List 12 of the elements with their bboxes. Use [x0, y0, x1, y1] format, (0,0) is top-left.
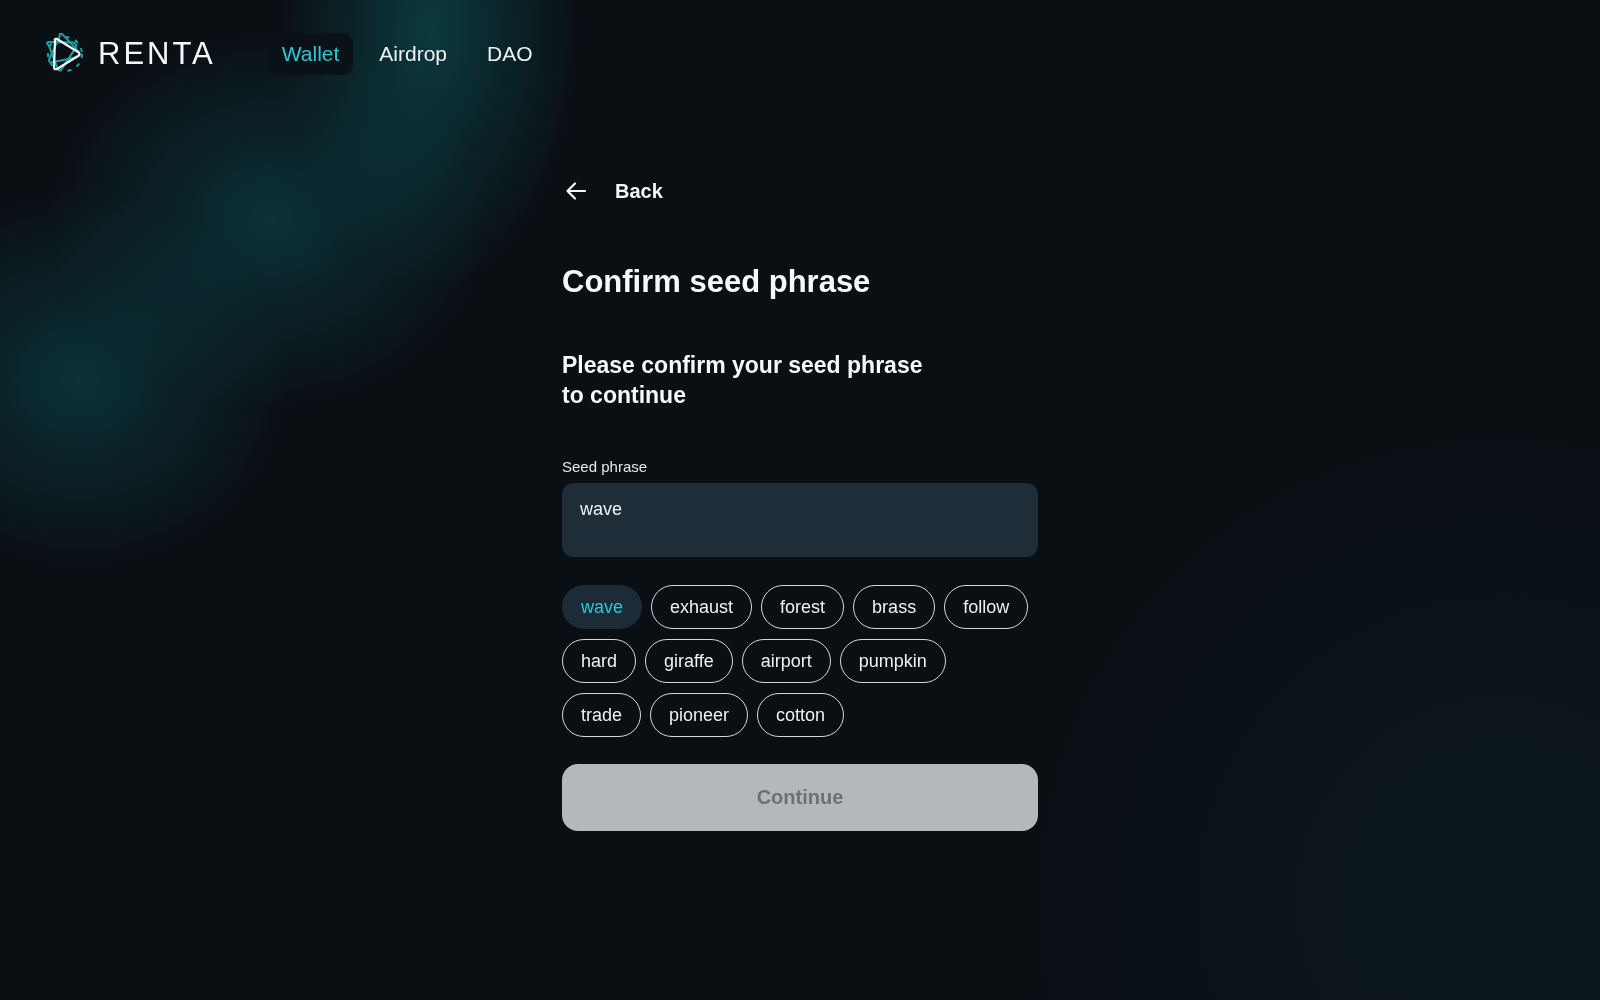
word-chip[interactable]: wave [562, 585, 643, 629]
nav-tab[interactable]: DAO [473, 33, 547, 75]
page-title: Confirm seed phrase [562, 263, 871, 301]
logo-icon [44, 33, 86, 75]
logo-wordmark: RENTA [98, 36, 216, 72]
back-arrow-icon [566, 182, 586, 200]
instruction-text: Please confirm your seed phrase to continue [562, 351, 924, 410]
nav-tab[interactable]: Airdrop [365, 33, 462, 75]
nav-tab[interactable]: Wallet [267, 33, 354, 75]
back-button[interactable]: Back [562, 179, 667, 203]
field-label: Seed phrase [562, 457, 648, 477]
seed-phrase-field[interactable]: wave [562, 483, 1038, 557]
